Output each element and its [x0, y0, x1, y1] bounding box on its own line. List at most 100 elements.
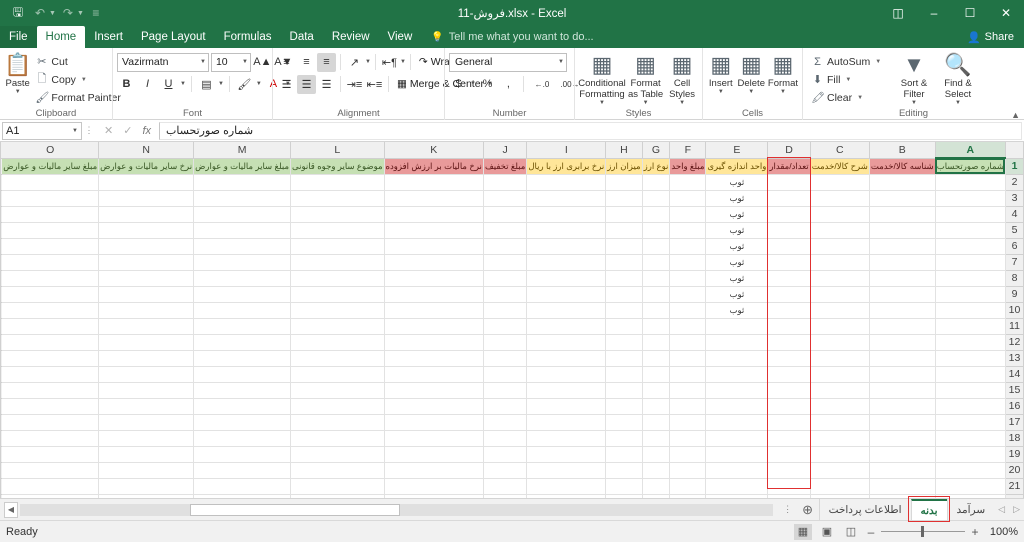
cell-N19[interactable]	[98, 445, 195, 463]
row-header-13[interactable]: 13	[1004, 349, 1024, 367]
cell-D2[interactable]	[767, 173, 811, 191]
cell-J14[interactable]	[482, 365, 528, 383]
align-center-button[interactable]: ☰	[297, 74, 316, 94]
cell-N14[interactable]	[98, 365, 195, 383]
cell-D5[interactable]	[767, 221, 811, 239]
cell-G13[interactable]	[641, 349, 671, 367]
cell-C21[interactable]	[809, 477, 870, 495]
cell-I8[interactable]	[526, 269, 607, 287]
cell-F10[interactable]	[669, 301, 707, 319]
cell-O2[interactable]	[1, 173, 100, 191]
cell-I1[interactable]: نرخ برابری ارز با ریال	[526, 157, 607, 175]
cell-B17[interactable]	[868, 413, 936, 431]
cell-I19[interactable]	[526, 445, 607, 463]
customize-qat-icon[interactable]: ≡	[86, 3, 106, 23]
cell-B1[interactable]: شناسه کالا/خدمت	[868, 157, 936, 175]
cell-C12[interactable]	[809, 333, 870, 351]
cell-L9[interactable]	[290, 285, 385, 303]
cell-L6[interactable]	[290, 237, 385, 255]
cell-F7[interactable]	[669, 253, 707, 271]
cell-M18[interactable]	[193, 429, 291, 447]
formula-input[interactable]: شماره صورتحساب	[159, 121, 1022, 140]
cell-H17[interactable]	[605, 413, 643, 431]
cell-A17[interactable]	[934, 413, 1006, 431]
fill-button[interactable]: ⬇ Fill ▼	[807, 71, 891, 88]
copy-button[interactable]: 🗋 Copy ▼	[31, 71, 124, 88]
cell-L18[interactable]	[290, 429, 385, 447]
cell-A2[interactable]	[934, 173, 1006, 191]
cell-J2[interactable]	[482, 173, 528, 191]
cell-K6[interactable]	[383, 237, 484, 255]
cell-A6[interactable]	[934, 237, 1006, 255]
tab-home[interactable]: Home	[36, 26, 86, 48]
cell-D22[interactable]	[767, 493, 811, 498]
cell-B6[interactable]	[868, 237, 936, 255]
cell-B9[interactable]	[868, 285, 936, 303]
cell-E20[interactable]	[705, 461, 769, 479]
conditional-formatting-dropdown-icon[interactable]: ▼	[599, 100, 605, 106]
font-size-select[interactable]: 10 ▼	[210, 52, 251, 72]
cell-M6[interactable]	[193, 237, 291, 255]
cell-H8[interactable]	[605, 269, 643, 287]
cell-A20[interactable]	[934, 461, 1006, 479]
row-header-9[interactable]: 9	[1004, 285, 1024, 303]
cell-K17[interactable]	[383, 413, 484, 431]
cell-I3[interactable]	[526, 189, 607, 207]
format-cells-button[interactable]: ▦ Format ▼	[768, 51, 798, 96]
text-direction-dropdown-icon[interactable]: ▼	[400, 59, 406, 65]
cell-F6[interactable]	[669, 237, 707, 255]
zoom-slider[interactable]: – +	[866, 525, 980, 539]
cell-I12[interactable]	[526, 333, 607, 351]
cell-K14[interactable]	[383, 365, 484, 383]
cell-H22[interactable]	[605, 493, 643, 498]
cell-K2[interactable]	[383, 173, 484, 191]
cell-K20[interactable]	[383, 461, 484, 479]
cell-G2[interactable]	[641, 173, 671, 191]
redo-dropdown-icon[interactable]: ▼	[77, 10, 84, 17]
tab-formulas[interactable]: Formulas	[215, 26, 281, 48]
tab-view[interactable]: View	[379, 26, 422, 48]
cell-H12[interactable]	[605, 333, 643, 351]
cell-H2[interactable]	[605, 173, 643, 191]
cell-M1[interactable]: مبلغ سایر مالیات و عوارض	[193, 157, 291, 175]
cell-M15[interactable]	[193, 381, 291, 399]
cell-N22[interactable]	[98, 493, 195, 498]
cell-C9[interactable]	[809, 285, 870, 303]
page-layout-view-icon[interactable]: ▣	[818, 524, 836, 540]
cell-G18[interactable]	[641, 429, 671, 447]
cell-M11[interactable]	[193, 317, 291, 335]
cell-M5[interactable]	[193, 221, 291, 239]
row-header-4[interactable]: 4	[1004, 205, 1024, 223]
fill-dropdown-icon[interactable]: ▼	[845, 77, 851, 83]
increase-font-size-button[interactable]: A▲	[253, 53, 272, 72]
cell-C19[interactable]	[809, 445, 870, 463]
column-header-E[interactable]: E	[705, 142, 769, 159]
cell-G6[interactable]	[641, 237, 671, 255]
cell-I15[interactable]	[526, 381, 607, 399]
cell-J12[interactable]	[482, 333, 528, 351]
delete-cells-dropdown-icon[interactable]: ▼	[748, 89, 754, 95]
cell-D14[interactable]	[767, 365, 811, 383]
cell-H3[interactable]	[605, 189, 643, 207]
cell-M17[interactable]	[193, 413, 291, 431]
row-header-21[interactable]: 21	[1004, 477, 1024, 495]
cell-F11[interactable]	[669, 317, 707, 335]
cell-B13[interactable]	[868, 349, 936, 367]
cell-A11[interactable]	[934, 317, 1006, 335]
cell-D10[interactable]	[767, 301, 811, 319]
cell-K1[interactable]: نرخ مالیات بر ارزش افزوده	[383, 157, 484, 175]
cell-H7[interactable]	[605, 253, 643, 271]
cell-E14[interactable]	[705, 365, 769, 383]
zoom-track[interactable]	[881, 526, 965, 537]
cell-K21[interactable]	[383, 477, 484, 495]
cell-I11[interactable]	[526, 317, 607, 335]
cell-B4[interactable]	[868, 205, 936, 223]
cell-M7[interactable]	[193, 253, 291, 271]
page-break-preview-icon[interactable]: ◫	[842, 524, 860, 540]
cell-C11[interactable]	[809, 317, 870, 335]
cell-B22[interactable]	[868, 493, 936, 498]
cell-H19[interactable]	[605, 445, 643, 463]
cell-B12[interactable]	[868, 333, 936, 351]
collapse-ribbon-icon[interactable]: ▲	[1011, 110, 1020, 120]
cell-F17[interactable]	[669, 413, 707, 431]
